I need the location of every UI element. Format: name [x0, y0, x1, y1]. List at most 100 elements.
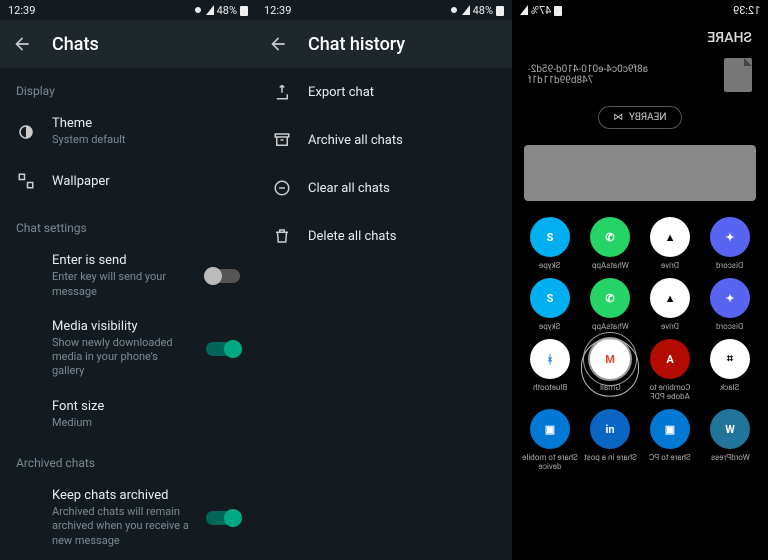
app-bar: Chat history	[256, 20, 512, 68]
nearby-chip[interactable]: NEARBY ⋈	[598, 106, 681, 129]
app-icon: in	[590, 409, 630, 449]
share-target-share-to-pc[interactable]: ▣ Share to PC	[640, 409, 700, 471]
section-archived-header: Archived chats	[0, 440, 256, 478]
app-label: Gmail	[600, 383, 621, 392]
app-label: WhatsApp	[592, 261, 629, 270]
app-icon: S	[530, 217, 570, 257]
app-bar: Chats	[0, 20, 256, 68]
file-row[interactable]: a8f9c0c4-e010-410d-95d2-748b99d11d1f	[512, 58, 768, 106]
app-label: Share to PC	[649, 453, 691, 462]
row-theme[interactable]: Theme System default	[0, 106, 256, 157]
battery-text: 48%	[473, 4, 493, 17]
archive-all-title: Archive all chats	[308, 133, 496, 148]
share-target-discord[interactable]: ✦ Discord	[700, 278, 760, 331]
file-icon	[724, 58, 752, 92]
app-label: Skype	[539, 322, 560, 331]
page-title: Chat history	[308, 34, 405, 55]
app-label: Discord	[716, 261, 743, 270]
enter-is-send-subtitle: Enter key will send your message	[52, 270, 190, 299]
share-target-combine-to-adobe-pdf[interactable]: ACombine to Adobe PDF	[640, 339, 700, 401]
keep-archived-title: Keep chats archived	[52, 488, 190, 503]
clock: 12:39	[733, 4, 760, 17]
share-target-wordpress[interactable]: WWordPress	[700, 409, 760, 471]
enter-is-send-title: Enter is send	[52, 253, 190, 268]
back-icon[interactable]	[268, 34, 288, 54]
share-target-whatsapp[interactable]: ✆ WhatsApp	[580, 278, 640, 331]
battery-icon	[240, 4, 248, 16]
app-label: Discord	[716, 322, 743, 331]
app-label: WordPress	[711, 453, 750, 462]
battery-icon	[554, 4, 562, 16]
app-icon: ᚼ	[530, 339, 570, 379]
export-chat-title: Export chat	[308, 85, 496, 100]
app-icon: ✦	[710, 278, 750, 318]
row-font-size[interactable]: Font size Medium	[0, 389, 256, 440]
wallpaper-icon	[17, 172, 35, 190]
file-name: a8f9c0c4-e010-410d-95d2-748b99d11d1f	[528, 64, 712, 86]
row-media-visibility[interactable]: Media visibility Show newly downloaded m…	[0, 309, 256, 389]
keep-archived-subtitle: Archived chats will remain archived when…	[52, 505, 190, 548]
share-app-grid: ✦Discord▲Drive✆WhatsAppSSkype✦Discord▲Dr…	[512, 211, 768, 477]
keep-archived-toggle[interactable]	[206, 511, 240, 525]
app-icon: ▲	[650, 217, 690, 257]
row-export-chat[interactable]: Export chat	[256, 68, 512, 116]
share-target-discord[interactable]: ✦ Discord	[700, 217, 760, 270]
share-target-skype[interactable]: S Skype	[520, 278, 580, 331]
nearby-icon: ⋈	[613, 112, 623, 123]
nearby-label: NEARBY	[629, 112, 666, 123]
battery-text: 47%	[531, 4, 551, 17]
media-visibility-title: Media visibility	[52, 319, 190, 334]
status-icons: 47%	[520, 4, 562, 17]
share-target-skype[interactable]: S Skype	[520, 217, 580, 270]
battery-icon	[496, 4, 504, 16]
phone-chat-history: 12:39 48% Chat history Export chat Archi…	[256, 0, 512, 560]
row-delete-all[interactable]: Delete all chats	[256, 212, 512, 260]
share-target-whatsapp[interactable]: ✆WhatsApp	[580, 217, 640, 270]
app-label: Skype	[539, 261, 560, 270]
archive-icon	[273, 131, 291, 149]
share-target-drive[interactable]: ▲ Drive	[640, 217, 700, 270]
font-size-subtitle: Medium	[52, 416, 232, 430]
status-icons: 48%	[193, 4, 248, 17]
app-label: Slack	[720, 383, 739, 392]
back-icon[interactable]	[12, 34, 32, 54]
share-target-slack[interactable]: ⌗Slack	[700, 339, 760, 401]
page-title: Chats	[52, 34, 99, 55]
app-icon: S	[530, 278, 570, 318]
delete-all-title: Delete all chats	[308, 229, 496, 244]
battery-text: 48%	[217, 4, 237, 17]
app-icon: ▣	[650, 409, 690, 449]
app-label: Combine to Adobe PDF	[642, 383, 698, 401]
clock: 12:39	[264, 4, 291, 17]
media-visibility-toggle[interactable]	[206, 342, 240, 356]
app-icon: ✆	[590, 278, 630, 318]
theme-icon	[17, 123, 35, 141]
share-target-share-in-a-post[interactable]: in Share in a post	[580, 409, 640, 471]
app-label: Drive	[661, 261, 679, 270]
row-enter-is-send[interactable]: Enter is send Enter key will send your m…	[0, 243, 256, 309]
row-wallpaper[interactable]: Wallpaper	[0, 157, 256, 205]
preview-area[interactable]	[524, 145, 756, 201]
row-keep-archived[interactable]: Keep chats archived Archived chats will …	[0, 478, 256, 558]
signal-icon	[520, 5, 528, 15]
share-target-share-to-mobile-device[interactable]: ▣Share to mobile device	[520, 409, 580, 471]
export-icon	[273, 83, 291, 101]
theme-title: Theme	[52, 116, 240, 131]
wifi-icon	[449, 5, 459, 15]
phone-chats-settings: 12:39 48% Chats Display Theme System def…	[0, 0, 256, 560]
clear-icon	[273, 179, 291, 197]
wifi-icon	[193, 5, 203, 15]
signal-icon	[206, 5, 214, 15]
share-target-drive[interactable]: ▲Drive	[640, 278, 700, 331]
app-icon: M	[590, 339, 630, 379]
share-target-bluetooth[interactable]: ᚼBluetooth	[520, 339, 580, 401]
theme-subtitle: System default	[52, 133, 232, 147]
row-archive-all[interactable]: Archive all chats	[256, 116, 512, 164]
row-clear-all[interactable]: Clear all chats	[256, 164, 512, 212]
app-label: WhatsApp	[592, 322, 629, 331]
app-label: Share in a post	[584, 453, 637, 462]
share-target-gmail[interactable]: M Gmail	[580, 339, 640, 401]
app-icon: ✦	[710, 217, 750, 257]
media-visibility-subtitle: Show newly downloaded media in your phon…	[52, 336, 190, 379]
enter-is-send-toggle[interactable]	[206, 269, 240, 283]
